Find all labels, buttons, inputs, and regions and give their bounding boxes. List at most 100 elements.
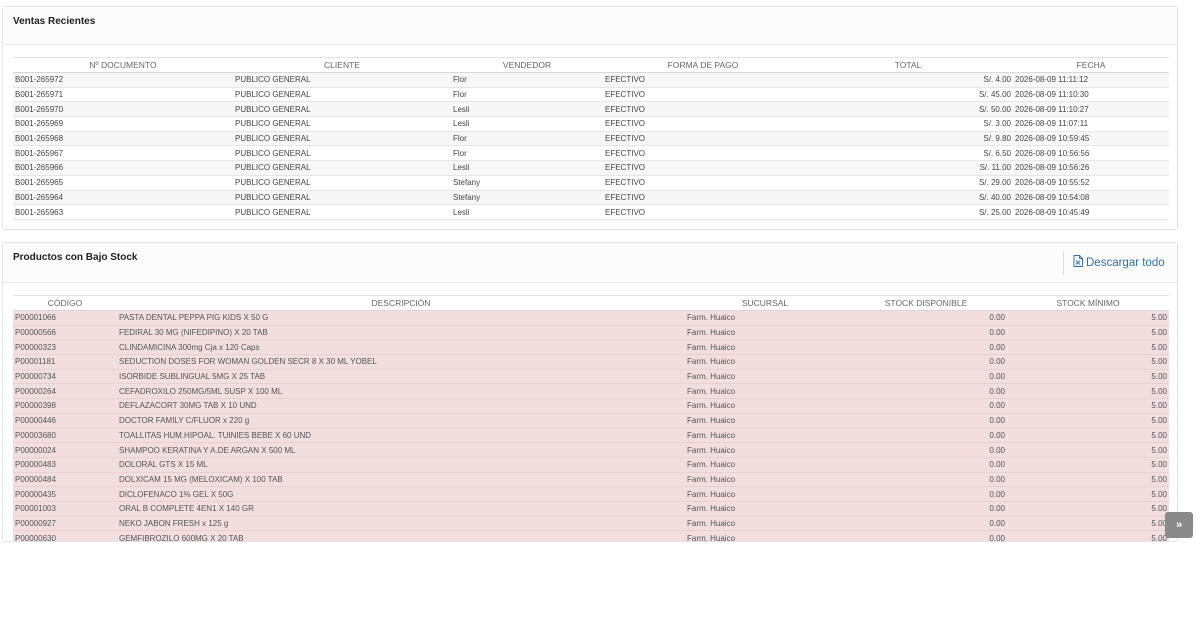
product-branch: Farm. Huaico xyxy=(685,398,845,414)
sale-payment-method: EFECTIVO xyxy=(603,160,803,176)
product-description: DEFLAZACORT 30MG TAB X 10 UND xyxy=(117,398,685,414)
low-stock-row[interactable]: P00000024 SHAMPOO KERATINA Y A.DE ARGAN X… xyxy=(13,442,1169,458)
low-stock-row[interactable]: P00000323 CLINDAMICINA 300mg Cja x 120 Ca… xyxy=(13,339,1169,356)
product-branch: Farm. Huaico xyxy=(685,339,845,356)
sale-payment-method: EFECTIVO xyxy=(603,72,803,88)
col-header-sucursal[interactable]: SUCURSAL xyxy=(685,295,845,311)
product-branch: Farm. Huaico xyxy=(685,516,845,532)
product-description: DOLORAL GTS X 15 ML xyxy=(117,457,685,473)
product-branch: Farm. Huaico xyxy=(685,369,845,385)
sale-row[interactable]: B001-265964 PUBLICO GENERAL Stefany EFECTIV… xyxy=(13,190,1169,206)
sale-date: 2026-08-09 11:10:30 xyxy=(1013,87,1169,103)
sale-row[interactable]: B001-265967 PUBLICO GENERAL Flor EFECTIVO S/… xyxy=(13,145,1169,162)
sale-document: B001-265971 xyxy=(13,87,233,103)
sale-row[interactable]: B001-265971 PUBLICO GENERAL Flor EFECTIVO S/… xyxy=(13,87,1169,103)
sale-seller: Lesli xyxy=(451,204,603,220)
col-header-forma-pago[interactable]: FORMA DE PAGO xyxy=(603,57,803,73)
low-stock-row[interactable]: P00000927 NEKO JABON FRESH x 125 g Farm. H… xyxy=(13,516,1169,532)
recent-sales-table: Nº DOCUMENTO CLIENTE VENDEDOR FORMA DE P… xyxy=(13,57,1169,220)
low-stock-title: Productos con Bajo Stock xyxy=(13,252,138,263)
product-code: P00000484 xyxy=(13,472,117,488)
low-stock-row[interactable]: P00000398 DEFLAZACORT 30MG TAB X 10 UND Fa… xyxy=(13,398,1169,414)
low-stock-row[interactable]: P00000484 DOLXICAM 15 MG (MELOXICAM) X 10… xyxy=(13,472,1169,488)
sale-date: 2026-08-09 10:56:56 xyxy=(1013,145,1169,162)
product-stock-available: 0.00 xyxy=(845,428,1007,444)
low-stock-row[interactable]: P00000264 CEFADROXILO 250MG/5ML SUSP X 10… xyxy=(13,383,1169,400)
sale-seller: Flor xyxy=(451,131,603,147)
sale-total: S/. 45.00 xyxy=(803,87,1013,103)
product-stock-minimum: 5.00 xyxy=(1007,369,1169,385)
sale-total: S/. 29.00 xyxy=(803,175,1013,191)
download-all-button[interactable]: Descargar todo xyxy=(1073,255,1165,270)
product-description: GEMFIBROZILO 600MG X 20 TAB xyxy=(117,530,685,541)
low-stock-row[interactable]: P00000446 DOCTOR FAMILY C/FLUOR x 220 g Fa… xyxy=(13,413,1169,429)
product-stock-minimum: 5.00 xyxy=(1007,516,1169,532)
low-stock-row[interactable]: P00001003 ORAL B COMPLETE 4EN1 X 140 GR Fa… xyxy=(13,501,1169,517)
product-code: P00000734 xyxy=(13,369,117,385)
product-code: P00000435 xyxy=(13,486,117,502)
product-code: P00000927 xyxy=(13,516,117,532)
sale-document: B001-265968 xyxy=(13,131,233,147)
product-stock-available: 0.00 xyxy=(845,516,1007,532)
sale-payment-method: EFECTIVO xyxy=(603,87,803,103)
col-header-descripcion[interactable]: DESCRIPCIÓN xyxy=(117,295,685,311)
sale-payment-method: EFECTIVO xyxy=(603,116,803,132)
sale-payment-method: EFECTIVO xyxy=(603,204,803,220)
col-header-stock-disponible[interactable]: STOCK DISPONIBLE xyxy=(845,295,1007,311)
sale-date: 2026-08-09 11:07:11 xyxy=(1013,116,1169,132)
low-stock-table: CÓDIGO DESCRIPCIÓN SUCURSAL STOCK DISPON… xyxy=(13,295,1169,541)
sale-total: S/. 25.00 xyxy=(803,204,1013,220)
product-description: ORAL B COMPLETE 4EN1 X 140 GR xyxy=(117,501,685,517)
product-description: NEKO JABON FRESH x 125 g xyxy=(117,516,685,532)
sale-payment-method: EFECTIVO xyxy=(603,175,803,191)
sale-date: 2026-08-09 10:45:49 xyxy=(1013,204,1169,220)
low-stock-row[interactable]: P00001066 PASTA DENTAL PEPPA PIG KIDS X 5… xyxy=(13,310,1169,326)
product-code: P00000446 xyxy=(13,413,117,429)
recent-sales-header: Ventas Recientes xyxy=(3,7,1177,45)
product-stock-available: 0.00 xyxy=(845,457,1007,473)
sale-client: PUBLICO GENERAL xyxy=(233,131,451,147)
low-stock-row[interactable]: P00000734 ISORBIDE SUBLINGUAL 5MG X 25 TA… xyxy=(13,369,1169,385)
low-stock-row[interactable]: P00003680 TOALLITAS HUM.HIPOAL. TUINIES B… xyxy=(13,428,1169,444)
sale-row[interactable]: B001-265972 PUBLICO GENERAL Flor EFECTIVO S/… xyxy=(13,72,1169,88)
col-header-documento[interactable]: Nº DOCUMENTO xyxy=(13,57,233,73)
col-header-stock-minimo[interactable]: STOCK MÍNIMO xyxy=(1007,295,1169,311)
col-header-fecha[interactable]: FECHA xyxy=(1013,57,1169,73)
low-stock-row[interactable]: P00000630 GEMFIBROZILO 600MG X 20 TAB Farm… xyxy=(13,530,1169,541)
product-stock-available: 0.00 xyxy=(845,472,1007,488)
low-stock-row[interactable]: P00000483 DOLORAL GTS X 15 ML Farm. Huaico… xyxy=(13,457,1169,473)
product-stock-minimum: 5.00 xyxy=(1007,472,1169,488)
sale-row[interactable]: B001-265965 PUBLICO GENERAL Stefany EFECTIV… xyxy=(13,175,1169,191)
product-branch: Farm. Huaico xyxy=(685,428,845,444)
sale-row[interactable]: B001-265966 PUBLICO GENERAL Lesli EFECTIVO S… xyxy=(13,160,1169,176)
col-header-vendedor[interactable]: VENDEDOR xyxy=(451,57,603,73)
sale-row[interactable]: B001-265963 PUBLICO GENERAL Lesli EFECTIVO S… xyxy=(13,204,1169,220)
low-stock-row[interactable]: P00000435 DICLOFENACO 1% GEL X 50G Farm. H… xyxy=(13,486,1169,502)
col-header-codigo[interactable]: CÓDIGO xyxy=(13,295,117,311)
product-stock-minimum: 5.00 xyxy=(1007,457,1169,473)
product-branch: Farm. Huaico xyxy=(685,486,845,502)
product-description: DOLXICAM 15 MG (MELOXICAM) X 100 TAB xyxy=(117,472,685,488)
product-code: P00000398 xyxy=(13,398,117,414)
sale-row[interactable]: B001-265969 PUBLICO GENERAL Lesli EFECTIVO S… xyxy=(13,116,1169,132)
sale-row[interactable]: B001-265968 PUBLICO GENERAL Flor EFECTIVO S/… xyxy=(13,131,1169,147)
low-stock-row[interactable]: P00001181 SEDUCTION DOSES FOR WOMAN GOLDE… xyxy=(13,354,1169,370)
product-stock-available: 0.00 xyxy=(845,354,1007,370)
product-stock-available: 0.00 xyxy=(845,339,1007,356)
product-stock-minimum: 5.00 xyxy=(1007,310,1169,326)
sale-seller: Stefany xyxy=(451,190,603,206)
low-stock-row[interactable]: P00000566 FEDIRAL 30 MG (NIFEDIPINO) X 20… xyxy=(13,325,1169,341)
sale-client: PUBLICO GENERAL xyxy=(233,175,451,191)
product-stock-minimum: 5.00 xyxy=(1007,501,1169,517)
product-stock-available: 0.00 xyxy=(845,325,1007,341)
sale-row[interactable]: B001-265970 PUBLICO GENERAL Lesli EFECTIVO S… xyxy=(13,101,1169,118)
sale-date: 2026-08-09 10:59:45 xyxy=(1013,131,1169,147)
col-header-total[interactable]: TOTAL xyxy=(803,57,1013,73)
product-stock-available: 0.00 xyxy=(845,442,1007,458)
product-stock-available: 0.00 xyxy=(845,383,1007,400)
product-description: SEDUCTION DOSES FOR WOMAN GOLDEN SECR 8 … xyxy=(117,354,685,370)
product-description: CEFADROXILO 250MG/5ML SUSP X 100 ML xyxy=(117,383,685,400)
product-branch: Farm. Huaico xyxy=(685,310,845,326)
col-header-cliente[interactable]: CLIENTE xyxy=(233,57,451,73)
scroll-to-top-button[interactable]: » xyxy=(1165,512,1193,538)
